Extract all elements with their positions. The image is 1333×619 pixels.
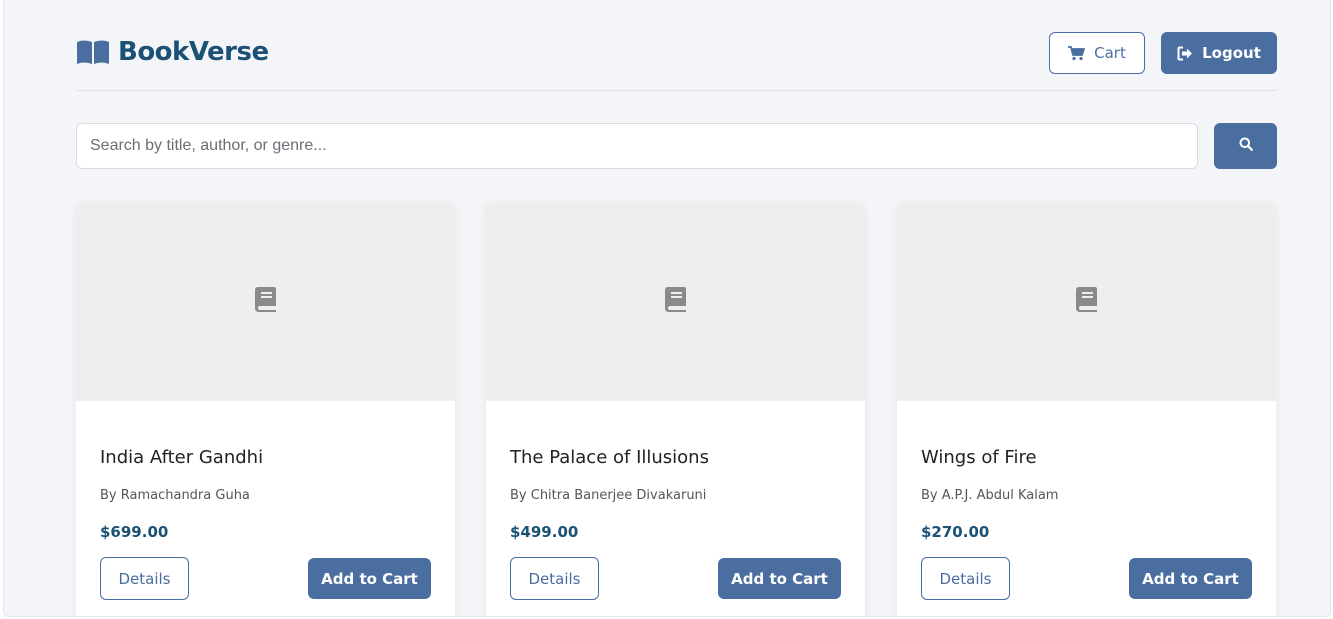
book-icon <box>1075 286 1098 317</box>
search-input[interactable] <box>76 123 1198 169</box>
brand-name: BookVerse <box>118 37 269 67</box>
book-card: The Palace of Illusions By Chitra Banerj… <box>486 202 865 616</box>
logout-button[interactable]: Logout <box>1161 32 1277 74</box>
cart-label: Cart <box>1094 44 1126 62</box>
book-cover-placeholder <box>486 202 865 401</box>
search-icon <box>1239 137 1253 156</box>
book-author: By A.P.J. Abdul Kalam <box>921 488 1059 503</box>
book-price: $699.00 <box>100 523 169 541</box>
add-to-cart-button[interactable]: Add to Cart <box>718 558 841 599</box>
book-cover-placeholder <box>897 202 1276 401</box>
brand-logo[interactable]: BookVerse <box>76 37 269 67</box>
book-title[interactable]: India After Gandhi <box>100 447 263 468</box>
cart-button[interactable]: Cart <box>1049 32 1145 74</box>
book-price: $499.00 <box>510 523 579 541</box>
book-author: By Ramachandra Guha <box>100 488 250 503</box>
top-header: BookVerse Cart Logout <box>76 0 1277 91</box>
details-button[interactable]: Details <box>510 557 599 600</box>
book-title[interactable]: Wings of Fire <box>921 447 1037 468</box>
logout-label: Logout <box>1202 44 1261 62</box>
add-to-cart-button[interactable]: Add to Cart <box>308 558 431 599</box>
book-author: By Chitra Banerjee Divakaruni <box>510 488 707 503</box>
book-card: Wings of Fire By A.P.J. Abdul Kalam $270… <box>897 202 1276 616</box>
details-button[interactable]: Details <box>921 557 1010 600</box>
search-button[interactable] <box>1214 123 1277 169</box>
book-icon <box>254 286 277 317</box>
cart-icon <box>1068 45 1086 61</box>
add-to-cart-button[interactable]: Add to Cart <box>1129 558 1252 599</box>
book-icon <box>664 286 687 317</box>
details-button[interactable]: Details <box>100 557 189 600</box>
open-book-icon <box>76 39 110 65</box>
book-title[interactable]: The Palace of Illusions <box>510 447 709 468</box>
app-frame: BookVerse Cart Logout Search by title, a… <box>3 0 1331 617</box>
book-cover-placeholder <box>76 202 455 401</box>
book-card: India After Gandhi By Ramachandra Guha $… <box>76 202 455 616</box>
sign-out-icon <box>1177 46 1193 61</box>
book-price: $270.00 <box>921 523 990 541</box>
